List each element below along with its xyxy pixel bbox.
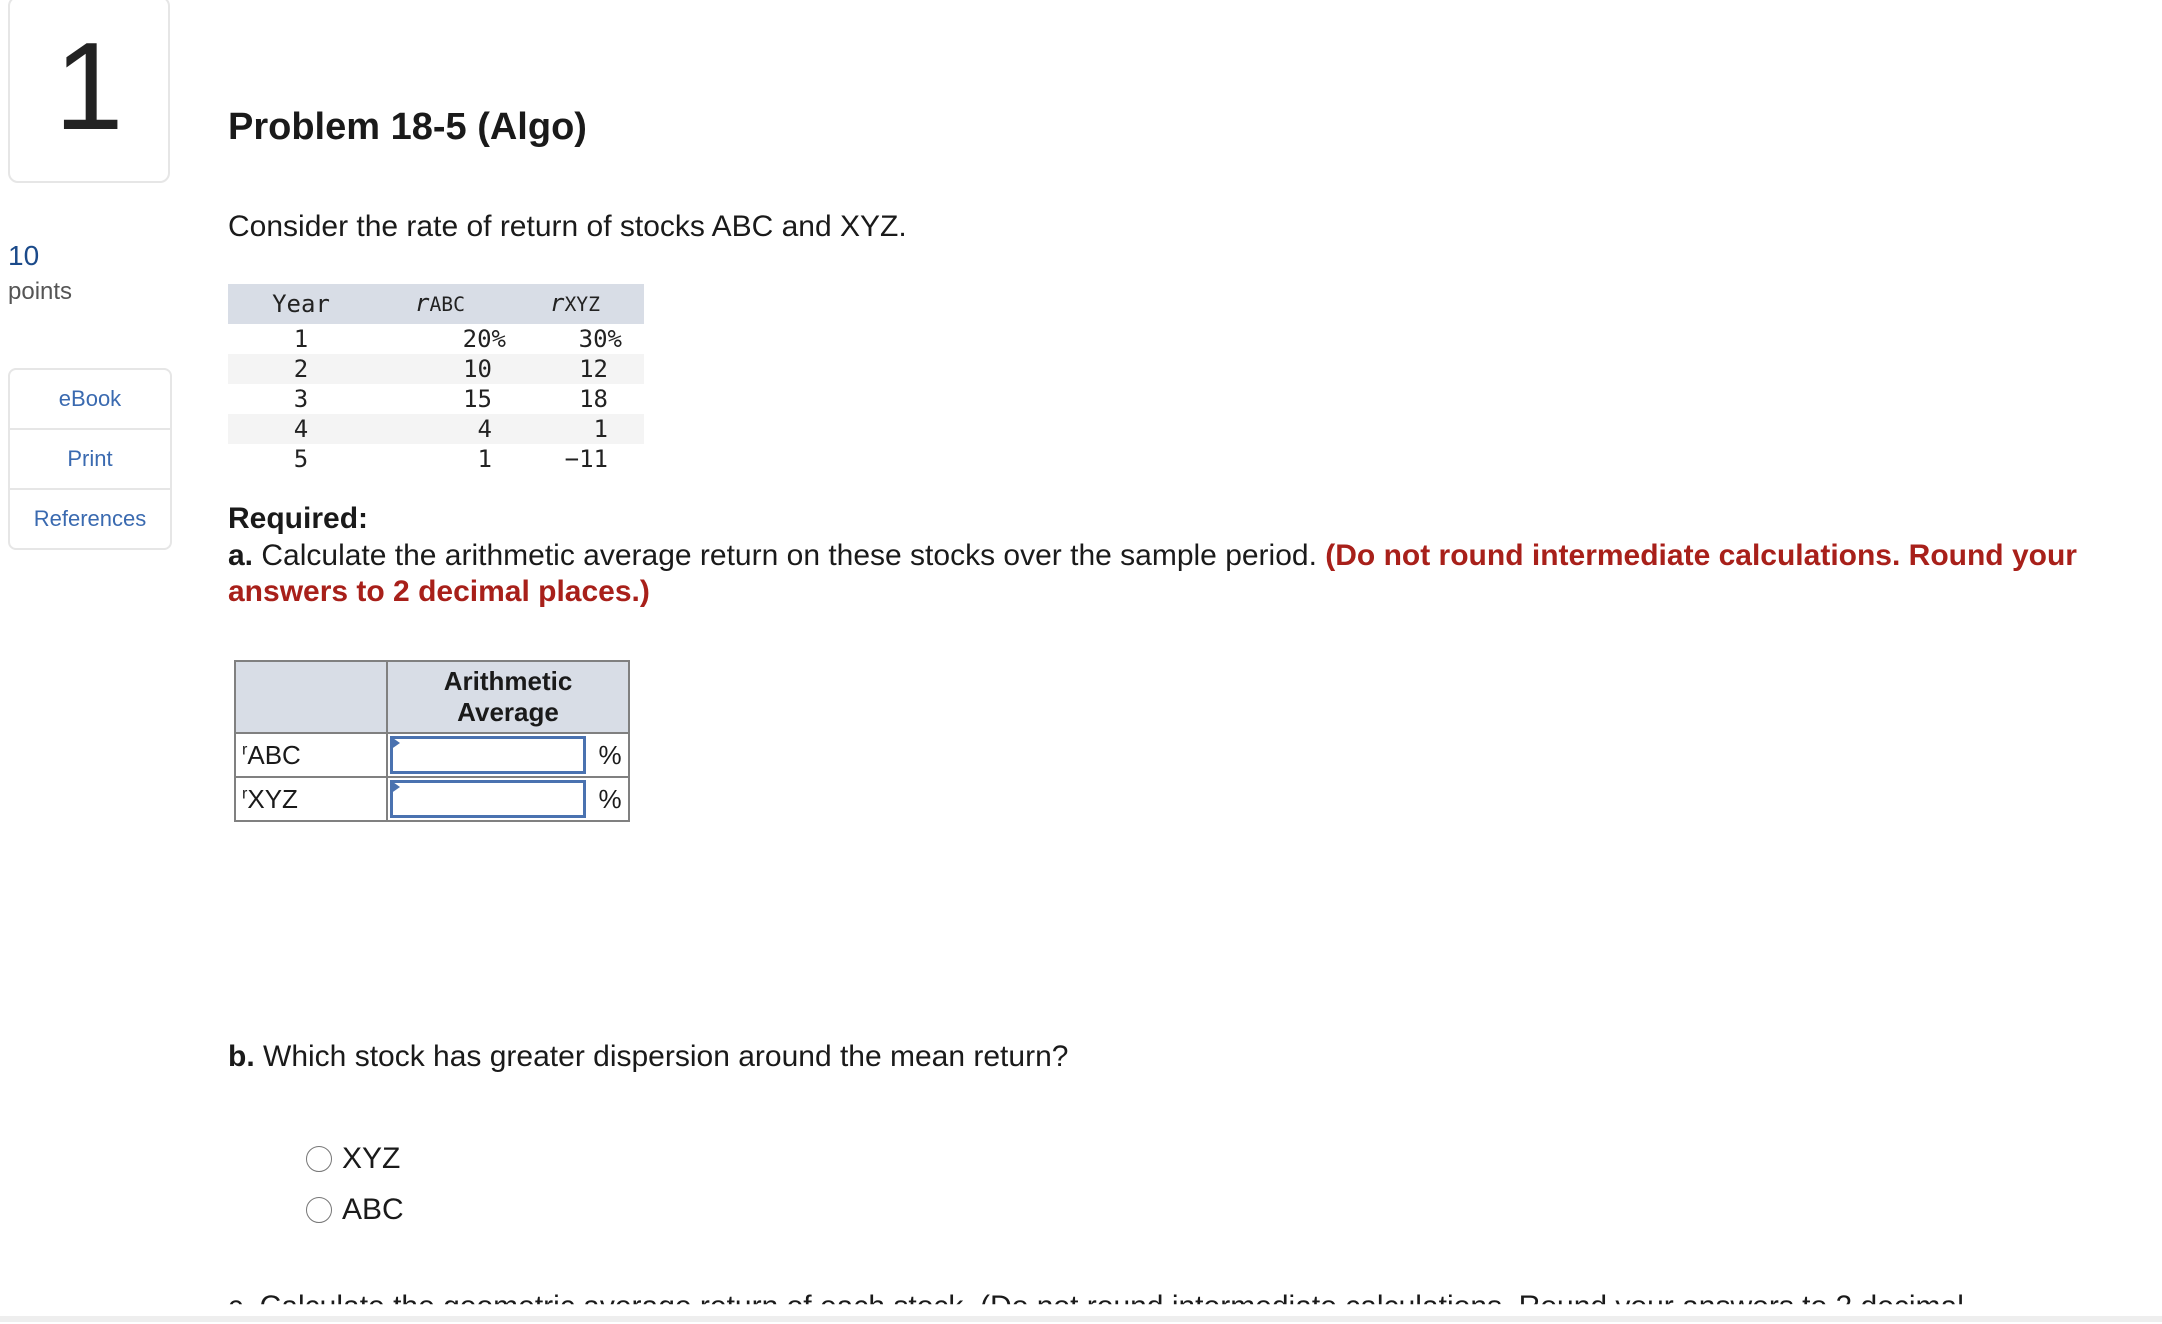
cell-abc: 20% [462, 325, 506, 353]
input-flag-icon [390, 736, 400, 750]
table-row: 1 20% 30% [228, 324, 644, 354]
cell-abc: 15 [463, 385, 492, 413]
table-row: 3 15 18 [228, 384, 644, 414]
radio-abc[interactable] [306, 1197, 332, 1223]
references-button[interactable]: References [10, 490, 170, 548]
returns-table-header: Year rABC rXYZ [228, 284, 644, 324]
cell-year: 4 [228, 414, 374, 444]
header-r-xyz: rXYZ [506, 284, 644, 324]
cell-abc: 1 [477, 445, 492, 473]
option-xyz-label: XYZ [342, 1142, 401, 1175]
part-a-instructions: a. Calculate the arithmetic average retu… [228, 538, 2108, 610]
required-heading: Required: [228, 502, 369, 535]
cell-year: 3 [293, 385, 309, 413]
radio-xyz[interactable] [306, 1146, 332, 1172]
answer-row-xyz: rXYZ % [234, 776, 630, 822]
cell-abc: 4 [374, 414, 506, 444]
cell-year: 5 [293, 445, 309, 473]
problem-intro: Consider the rate of return of stocks AB… [228, 210, 907, 243]
option-abc[interactable]: ABC [306, 1193, 404, 1227]
part-a-label: a. [228, 539, 254, 572]
cell-year: 2 [228, 354, 374, 384]
cell-abc: 10 [374, 354, 506, 384]
table-row: 4 4 1 [228, 414, 644, 444]
answer-table: Arithmetic Average rABC % rXYZ % [234, 660, 630, 822]
part-b-text: Which stock has greater dispersion aroun… [254, 1040, 1069, 1073]
table-row: 5 1 −11 [228, 444, 644, 474]
answer-label-xyz: rXYZ [234, 776, 388, 822]
print-button[interactable]: Print [10, 430, 170, 490]
question-number-box: 1 [8, 0, 170, 183]
cell-xyz: 30% [578, 325, 622, 353]
ebook-button[interactable]: eBook [10, 370, 170, 430]
xyz-average-input[interactable] [390, 780, 586, 818]
part-a-text: Calculate the arithmetic average return … [253, 539, 1326, 572]
percent-unit: % [592, 776, 630, 822]
cell-xyz: 1 [506, 414, 644, 444]
bottom-divider [0, 1316, 2162, 1322]
input-flag-icon [390, 780, 400, 794]
question-number: 1 [54, 17, 124, 156]
cell-year: 1 [293, 325, 309, 353]
points-value: 10 [8, 240, 40, 271]
option-abc-label: ABC [342, 1193, 404, 1226]
cell-xyz: 18 [579, 385, 608, 413]
answer-header-blank [234, 660, 388, 734]
option-xyz[interactable]: XYZ [306, 1142, 400, 1176]
header-r-abc: rABC [374, 284, 506, 324]
cell-xyz: 12 [506, 354, 644, 384]
answer-header-arithmetic-average: Arithmetic Average [386, 660, 630, 734]
answer-row-abc: rABC % [234, 732, 630, 778]
problem-title: Problem 18-5 (Algo) [228, 106, 587, 148]
abc-average-input[interactable] [390, 736, 586, 774]
points-label: points [8, 278, 73, 305]
answer-table-header: Arithmetic Average [234, 660, 630, 734]
part-b-label: b. [228, 1040, 255, 1073]
side-tools-panel: eBook Print References [8, 368, 172, 550]
percent-unit: % [592, 732, 630, 778]
cell-xyz: −11 [564, 445, 608, 473]
header-year: Year [228, 284, 374, 324]
table-row: 2 10 12 [228, 354, 644, 384]
returns-table: Year rABC rXYZ 1 20% 30% 2 10 12 3 15 18… [228, 284, 644, 474]
answer-label-abc: rABC [234, 732, 388, 778]
part-b-question: b. Which stock has greater dispersion ar… [228, 1040, 1068, 1074]
